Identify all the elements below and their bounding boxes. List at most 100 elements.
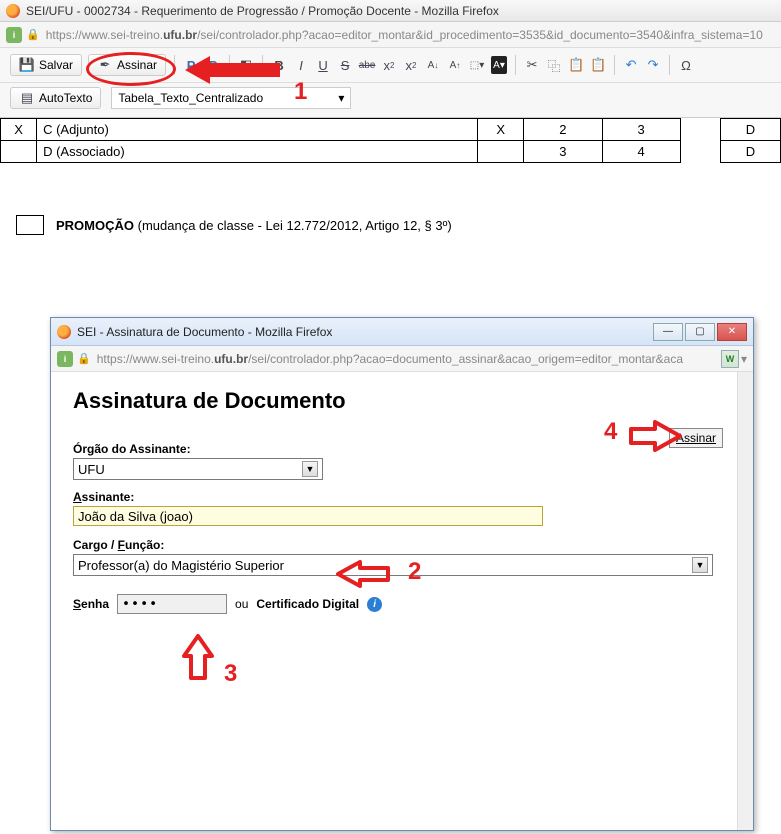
- lock-icon: 🔒: [77, 352, 91, 365]
- cut-icon[interactable]: ✂: [524, 56, 540, 74]
- url-path: /sei/controlador.php?acao=editor_montar&…: [197, 28, 763, 42]
- minimize-button[interactable]: —: [653, 323, 683, 341]
- lock-icon: 🔒: [26, 28, 40, 41]
- italic-icon[interactable]: I: [293, 56, 309, 74]
- info-icon[interactable]: i: [367, 597, 382, 612]
- chevron-down-icon: ▼: [692, 557, 708, 573]
- dialog-url-bar[interactable]: i 🔒 https://www.sei-treino.ufu.br/sei/co…: [51, 346, 753, 372]
- senha-label: Senha: [73, 597, 109, 611]
- style-select[interactable]: Tabela_Texto_Centralizado ▾: [111, 87, 351, 109]
- main-window-titlebar: SEI/UFU - 0002734 - Requerimento de Prog…: [0, 0, 781, 22]
- url-host: ufu.br: [214, 352, 248, 366]
- strike-icon[interactable]: S: [337, 56, 353, 74]
- sign-button[interactable]: ✒ Assinar: [88, 54, 166, 76]
- cell-c1[interactable]: [478, 141, 524, 163]
- editor-toolbar: 💾 Salvar ✒ Assinar P P̶ ◧ B I U S abe x2…: [0, 48, 781, 83]
- dialog-heading: Assinatura de Documento: [73, 388, 731, 414]
- orgao-value: UFU: [78, 462, 105, 477]
- senha-input[interactable]: [117, 594, 227, 614]
- toolbar-separator: [262, 55, 263, 75]
- main-window-title: SEI/UFU - 0002734 - Requerimento de Prog…: [26, 4, 499, 18]
- orgao-select[interactable]: UFU ▼: [73, 458, 323, 480]
- assinante-input[interactable]: [73, 506, 543, 526]
- promocao-rest: (mudança de classe - Lei 12.772/2012, Ar…: [134, 218, 452, 233]
- remove-format-icon[interactable]: P̶: [205, 56, 221, 74]
- save-label: Salvar: [39, 58, 73, 72]
- cell-c1[interactable]: X: [478, 119, 524, 141]
- copy-icon[interactable]: ⿻: [546, 56, 562, 74]
- dialog-body: Assinatura de Documento Assinar Órgão do…: [51, 372, 753, 830]
- subscript-icon[interactable]: x2: [381, 56, 397, 74]
- copy-format-icon[interactable]: P: [183, 56, 199, 74]
- promocao-line[interactable]: PROMOÇÃO (mudança de classe - Lei 12.772…: [0, 213, 781, 237]
- cell-c2[interactable]: 3: [524, 141, 602, 163]
- toolbar-separator: [229, 55, 230, 75]
- paste-icon[interactable]: 📋: [568, 56, 584, 74]
- cell-label[interactable]: C (Adjunto): [37, 119, 478, 141]
- promocao-checkbox[interactable]: [16, 215, 44, 235]
- cell-c3[interactable]: 3: [602, 119, 680, 141]
- doc-table: X C (Adjunto) X 2 3 D D (Associado) 3 4 …: [0, 118, 781, 163]
- main-url-text: https://www.sei-treino.ufu.br/sei/contro…: [46, 28, 763, 42]
- style-value: Tabela_Texto_Centralizado: [118, 91, 263, 105]
- firefox-icon: [57, 325, 71, 339]
- chevron-down-icon: ▾: [338, 91, 344, 105]
- url-prefix: https://www.sei-treino.: [46, 28, 163, 42]
- toolbar-separator: [669, 55, 670, 75]
- redo-icon[interactable]: ↷: [645, 56, 661, 74]
- cell-c2[interactable]: 2: [524, 119, 602, 141]
- sign-label: Assinar: [117, 58, 157, 72]
- autotext-label: AutoTexto: [39, 91, 92, 105]
- autotext-icon: ▤: [19, 89, 35, 107]
- table-row: D (Associado) 3 4 D: [1, 141, 781, 163]
- eraser-icon[interactable]: ◧: [238, 56, 254, 74]
- cell-gap: [680, 141, 720, 163]
- ou-label: ou: [235, 597, 248, 611]
- special-char-icon[interactable]: Ω: [678, 56, 694, 74]
- fontsize-down-icon[interactable]: A↑: [447, 56, 463, 74]
- textcolor-icon[interactable]: ⬚▾: [469, 56, 485, 74]
- toolbar-separator: [174, 55, 175, 75]
- bold-icon[interactable]: B: [271, 56, 287, 74]
- cell-c4[interactable]: D: [720, 119, 780, 141]
- document-area: X C (Adjunto) X 2 3 D D (Associado) 3 4 …: [0, 118, 781, 237]
- identity-icon: i: [6, 27, 22, 43]
- cell-mark[interactable]: X: [1, 119, 37, 141]
- cargo-label: Cargo / Função:: [73, 538, 731, 552]
- assinante-label: Assinante:: [73, 490, 731, 504]
- table-row: X C (Adjunto) X 2 3 D: [1, 119, 781, 141]
- cargo-select[interactable]: Professor(a) do Magistério Superior ▼: [73, 554, 713, 576]
- password-row: Senha ou Certificado Digital i: [73, 594, 731, 614]
- close-button[interactable]: ✕: [717, 323, 747, 341]
- abc-strike-icon[interactable]: abe: [359, 56, 375, 74]
- toolbar-separator: [515, 55, 516, 75]
- fontsize-up-icon[interactable]: A↓: [425, 56, 441, 74]
- identity-icon: i: [57, 351, 73, 367]
- signature-dialog: SEI - Assinatura de Documento - Mozilla …: [50, 317, 754, 831]
- cell-c3[interactable]: 4: [602, 141, 680, 163]
- cell-gap: [680, 119, 720, 141]
- autotext-button[interactable]: ▤ AutoTexto: [10, 87, 101, 109]
- chevron-down-icon: ▼: [302, 461, 318, 477]
- cargo-value: Professor(a) do Magistério Superior: [78, 558, 284, 573]
- dialog-titlebar: SEI - Assinatura de Documento - Mozilla …: [51, 318, 753, 346]
- superscript-icon[interactable]: x2: [403, 56, 419, 74]
- cell-c4[interactable]: D: [720, 141, 780, 163]
- firefox-icon: [6, 4, 20, 18]
- save-icon: 💾: [19, 56, 35, 74]
- dialog-scrollbar[interactable]: [737, 372, 753, 830]
- assinar-button[interactable]: Assinar: [669, 428, 723, 448]
- chevron-down-icon[interactable]: ▾: [741, 352, 747, 366]
- bgcolor-icon[interactable]: A▾: [491, 56, 507, 74]
- underline-icon[interactable]: U: [315, 56, 331, 74]
- cell-label[interactable]: D (Associado): [37, 141, 478, 163]
- main-url-bar[interactable]: i 🔒 https://www.sei-treino.ufu.br/sei/co…: [0, 22, 781, 48]
- word-export-icon[interactable]: W: [721, 350, 739, 368]
- undo-icon[interactable]: ↶: [623, 56, 639, 74]
- url-prefix: https://www.sei-treino.: [97, 352, 214, 366]
- paste-special-icon[interactable]: 📋: [590, 56, 606, 74]
- save-button[interactable]: 💾 Salvar: [10, 54, 82, 76]
- cell-mark[interactable]: [1, 141, 37, 163]
- maximize-button[interactable]: ▢: [685, 323, 715, 341]
- editor-toolbar-2: ▤ AutoTexto Tabela_Texto_Centralizado ▾: [0, 83, 781, 118]
